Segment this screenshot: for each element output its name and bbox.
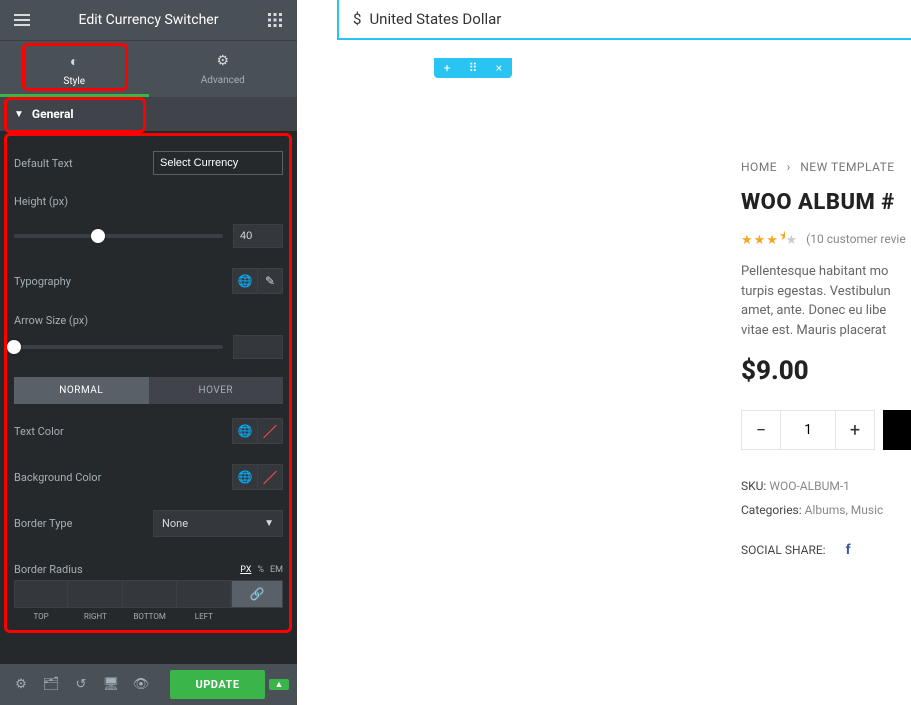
- breadcrumb-home[interactable]: HOME: [741, 160, 777, 174]
- qty-decrease-button[interactable]: −: [741, 410, 781, 450]
- star-rating: ★★★★★: [741, 229, 798, 248]
- tab-label: Advanced: [201, 75, 245, 86]
- border-type-label: Border Type: [14, 517, 72, 530]
- panel-title: Edit Currency Switcher: [79, 12, 219, 28]
- arrow-size-value[interactable]: [233, 335, 283, 359]
- navigator-icon[interactable]: 🗂: [38, 665, 64, 705]
- product-description: Pellentesque habitant mo turpis egestas.…: [741, 262, 911, 340]
- delete-section-icon[interactable]: ×: [486, 58, 512, 78]
- height-value[interactable]: [233, 224, 283, 248]
- unit-pct[interactable]: %: [257, 565, 264, 575]
- select-value: None: [162, 517, 188, 530]
- breadcrumb: HOME › NEW TEMPLATE: [741, 160, 911, 174]
- section-title: General: [32, 107, 74, 121]
- state-normal[interactable]: NORMAL: [14, 377, 149, 404]
- widgets-icon[interactable]: [263, 8, 287, 32]
- radius-left[interactable]: [177, 580, 231, 608]
- qty-value[interactable]: 1: [781, 410, 835, 450]
- history-icon[interactable]: ↺: [68, 665, 94, 705]
- breadcrumb-current: NEW TEMPLATE: [800, 160, 894, 174]
- gear-icon: ⚙: [149, 53, 298, 69]
- preview-eye-icon[interactable]: 👁: [128, 665, 154, 705]
- sku-value: WOO-ALBUM-1: [769, 479, 850, 493]
- add-to-cart-button[interactable]: [883, 410, 911, 450]
- currency-name: United States Dollar: [369, 10, 501, 28]
- color-swatch-empty[interactable]: [257, 418, 283, 444]
- arrow-size-slider[interactable]: [14, 345, 223, 349]
- text-color-label: Text Color: [14, 425, 64, 438]
- radius-top[interactable]: [14, 580, 68, 608]
- menu-icon[interactable]: [10, 8, 34, 32]
- review-count[interactable]: (10 customer revie: [806, 232, 906, 246]
- side-label: RIGHT: [68, 608, 122, 625]
- half-circle-icon: ◐: [0, 53, 149, 70]
- update-button[interactable]: UPDATE: [170, 670, 265, 699]
- height-label: Height (px): [14, 195, 68, 208]
- link-values-icon[interactable]: 🔗: [231, 580, 283, 608]
- arrow-size-label: Arrow Size (px): [14, 314, 88, 327]
- slider-thumb[interactable]: [7, 340, 21, 354]
- global-icon[interactable]: 🌐: [232, 268, 258, 294]
- currency-switcher[interactable]: $ United States Dollar: [337, 0, 911, 40]
- social-share-label: SOCIAL SHARE:: [741, 543, 826, 557]
- typography-label: Typography: [14, 275, 71, 288]
- state-hover[interactable]: HOVER: [149, 377, 284, 404]
- side-label: TOP: [14, 608, 68, 625]
- default-text-label: Default Text: [14, 157, 73, 170]
- product-title: WOO ALBUM #: [741, 190, 911, 215]
- bg-color-label: Background Color: [14, 471, 101, 484]
- height-slider[interactable]: [14, 234, 223, 238]
- tab-advanced[interactable]: ⚙ Advanced: [149, 41, 298, 97]
- chevron-right-icon: ›: [787, 160, 791, 174]
- global-icon[interactable]: 🌐: [232, 418, 258, 444]
- categories-links[interactable]: Albums, Music: [805, 503, 884, 517]
- default-text-input[interactable]: [153, 151, 283, 175]
- radius-right[interactable]: [68, 580, 122, 608]
- add-section-icon[interactable]: +: [434, 58, 460, 78]
- unit-em[interactable]: EM: [270, 565, 283, 575]
- panel-tabs: ◐ Style ⚙ Advanced: [0, 40, 297, 97]
- radius-bottom[interactable]: [123, 580, 177, 608]
- border-type-select[interactable]: None ▼: [153, 510, 283, 537]
- tab-label: Style: [63, 76, 85, 87]
- caret-down-icon: ▼: [14, 109, 24, 120]
- responsive-icon[interactable]: 🖥: [98, 665, 124, 705]
- facebook-icon[interactable]: f: [846, 542, 851, 558]
- chevron-down-icon: ▼: [264, 518, 274, 529]
- side-label: LEFT: [177, 608, 231, 625]
- border-radius-label: Border Radius: [14, 563, 83, 576]
- panel-footer: ⚙ 🗂 ↺ 🖥 👁 UPDATE ▲: [0, 664, 297, 705]
- tab-style[interactable]: ◐ Style: [0, 41, 149, 97]
- global-icon[interactable]: 🌐: [232, 464, 258, 490]
- edit-pencil-icon[interactable]: ✎: [257, 268, 283, 294]
- currency-symbol: $: [353, 10, 361, 28]
- section-edit-tools: + ⠿ ×: [434, 58, 512, 78]
- qty-increase-button[interactable]: +: [835, 410, 875, 450]
- update-options-button[interactable]: ▲: [269, 679, 289, 690]
- sku-label: SKU:: [741, 479, 766, 493]
- panel-header: Edit Currency Switcher: [0, 0, 297, 40]
- unit-px[interactable]: PX: [240, 565, 251, 575]
- drag-section-icon[interactable]: ⠿: [460, 58, 486, 78]
- side-label: BOTTOM: [123, 608, 177, 625]
- slider-thumb[interactable]: [91, 229, 105, 243]
- settings-icon[interactable]: ⚙: [8, 665, 34, 705]
- categories-label: Categories:: [741, 503, 802, 517]
- section-general[interactable]: ▼ General: [0, 97, 297, 131]
- product-price: $9.00: [741, 356, 911, 386]
- color-swatch-empty[interactable]: [257, 464, 283, 490]
